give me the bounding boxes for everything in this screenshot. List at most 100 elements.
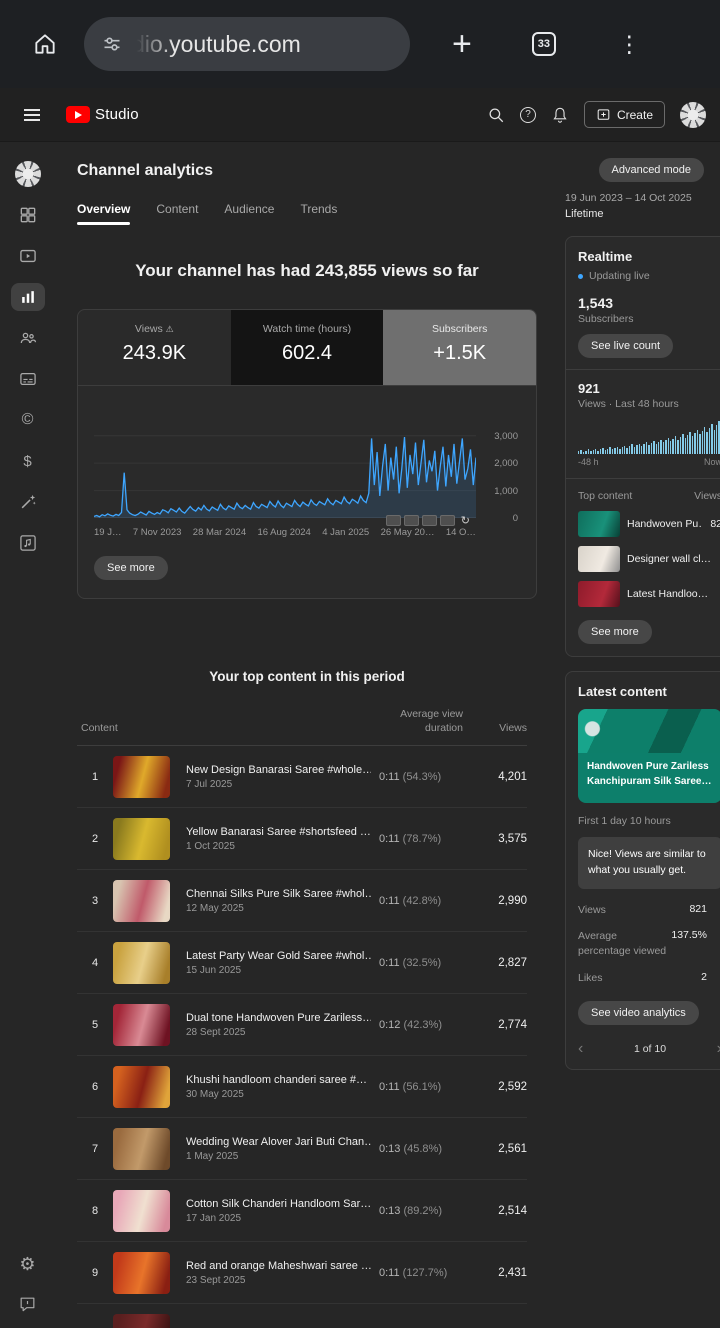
video-age: First 1 day 10 hours [578, 815, 720, 827]
table-row[interactable]: 5Dual tone Handwoven Pure Zariless…28 Se… [77, 994, 527, 1056]
studio-sidebar: © $ ⚙ [0, 142, 55, 1328]
metric-views[interactable]: Views ⚠243.9K [78, 310, 231, 385]
table-row[interactable]: 9Red and orange Maheshwari saree …23 Sep… [77, 1242, 527, 1304]
studio-header: Studio ? Create [0, 88, 720, 142]
page-title: Channel analytics [77, 162, 537, 180]
chart-zoom-controls[interactable]: ↻ [386, 514, 470, 527]
studio-wordmark: Studio [95, 106, 139, 123]
views-chart [94, 400, 476, 518]
metric-cards: Views ⚠243.9KWatch time (hours)602.4Subs… [78, 310, 536, 386]
tab-trends[interactable]: Trends [300, 202, 337, 227]
table-row[interactable]: 6Khushi handloom chanderi saree #…30 May… [77, 1056, 527, 1118]
table-row[interactable]: 8Cotton Silk Chanderi Handloom Sar…17 Ja… [77, 1180, 527, 1242]
video-thumbnail [113, 818, 170, 860]
sidebar-item-analytics[interactable] [11, 283, 45, 311]
sidebar-item-earn[interactable]: $ [11, 447, 45, 475]
latest-stats: Views821 Average percentage viewed137.5% L… [578, 903, 720, 986]
latest-video-thumbnail[interactable]: Handwoven Pure Zariless Kanchipuram Silk… [578, 709, 720, 803]
realtime-card: Realtime Updating live 1,543 Subscribers… [565, 236, 720, 657]
tab-overview[interactable]: Overview [77, 202, 130, 227]
video-thumbnail [113, 1314, 170, 1328]
chart-see-more-button[interactable]: See more [94, 556, 168, 580]
table-row[interactable]: 3Chennai Silks Pure Silk Saree #whol…12 … [77, 870, 527, 932]
table-row[interactable]: 10 [77, 1304, 527, 1328]
see-video-analytics-button[interactable]: See video analytics [578, 1001, 699, 1025]
sidebar-item-customization[interactable] [11, 488, 45, 516]
realtime-see-more-button[interactable]: See more [578, 620, 652, 644]
stat-row: Average percentage viewed137.5% [578, 929, 720, 958]
video-thumbnail [113, 1066, 170, 1108]
video-thumbnail [113, 1190, 170, 1232]
realtime-items: Handwoven Pu…82 Designer wall cl… Latest H… [578, 510, 720, 607]
sidebar-item-subtitles[interactable] [11, 365, 45, 393]
video-thumbnail [113, 756, 170, 798]
search-icon[interactable] [487, 106, 505, 124]
latest-video-thumbnail-image [578, 709, 720, 753]
top-content-title: Your top content in this period [77, 669, 537, 684]
site-settings-icon[interactable] [102, 34, 122, 54]
hamburger-menu-icon[interactable] [24, 114, 40, 116]
sidebar-channel-avatar[interactable] [11, 160, 45, 188]
home-icon[interactable] [32, 31, 58, 57]
table-row[interactable]: 7Wedding Wear Alover Jari Buti Chan…1 Ma… [77, 1118, 527, 1180]
chart-reset-icon: ↻ [461, 514, 470, 527]
realtime-live-status: Updating live [578, 270, 720, 282]
main-content: Advanced mode Channel analytics Overview… [55, 142, 720, 1328]
sidebar-item-content[interactable] [11, 242, 45, 270]
settings-gear-icon[interactable]: ⚙ [11, 1250, 45, 1278]
send-feedback-icon[interactable] [11, 1290, 45, 1318]
channel-avatar[interactable] [680, 102, 706, 128]
browser-chrome: dio.youtube.com + 33 ⋮ [0, 0, 720, 88]
latest-pagination: ‹ 1 of 10 › [578, 1041, 720, 1057]
sidebar-item-copyright[interactable]: © [11, 406, 45, 434]
create-button[interactable]: Create [584, 101, 665, 128]
see-live-count-button[interactable]: See live count [578, 334, 673, 358]
stat-row: Likes2 [578, 971, 720, 986]
views-headline: Your channel has had 243,855 views so fa… [77, 261, 537, 281]
latest-video-caption: Handwoven Pure Zariless Kanchipuram Silk… [578, 753, 720, 803]
sidebar-item-dashboard[interactable] [11, 201, 45, 229]
new-tab-button[interactable]: + [452, 27, 472, 61]
table-row[interactable]: 4Latest Party Wear Gold Saree #whol…15 J… [77, 932, 527, 994]
video-thumbnail [113, 942, 170, 984]
video-thumbnail [113, 1128, 170, 1170]
top-content-rows: 1New Design Banarasi Saree #whole…7 Jul … [77, 746, 527, 1328]
date-range-text: 19 Jun 2023 – 14 Oct 2025 [565, 192, 720, 204]
table-row[interactable]: 1New Design Banarasi Saree #whole…7 Jul … [77, 746, 527, 808]
realtime-content-item[interactable]: Designer wall cl… [578, 545, 720, 572]
tab-audience[interactable]: Audience [224, 202, 274, 227]
latest-content-title: Latest content [578, 684, 720, 699]
sidebar-item-community[interactable] [11, 324, 45, 352]
metric-watch-time-hours-[interactable]: Watch time (hours)602.4 [231, 310, 384, 385]
help-icon[interactable]: ? [520, 107, 536, 123]
date-preset: Lifetime [565, 208, 720, 220]
stat-row: Views821 [578, 903, 720, 918]
metric-subscribers[interactable]: Subscribers+1.5K [383, 310, 536, 385]
analytics-chart-card: Views ⚠243.9KWatch time (hours)602.4Subs… [77, 309, 537, 599]
notifications-bell-icon[interactable] [551, 106, 569, 124]
realtime-content-item[interactable]: Handwoven Pu…82 [578, 510, 720, 537]
pagination-label: 1 of 10 [583, 1043, 716, 1055]
chart-y-ticks: 3,0002,0001,0000 [478, 400, 520, 518]
table-header: Content Average view duration Views [77, 708, 527, 746]
url-fade [130, 17, 174, 71]
realtime-title: Realtime [578, 249, 720, 264]
chart-x-ticks: 19 J…7 Nov 202328 Mar 202416 Aug 20244 J… [94, 527, 476, 538]
tab-content[interactable]: Content [156, 202, 198, 227]
realtime-bars [578, 420, 720, 454]
sidebar-item-audio-library[interactable] [11, 529, 45, 557]
tab-counter[interactable]: 33 [532, 32, 556, 56]
screen: dio.youtube.com + 33 ⋮ Studio ? Create [0, 0, 720, 1328]
realtime-views-48h: 921 [578, 381, 720, 396]
realtime-content-item[interactable]: Latest Handloo… [578, 580, 720, 607]
browser-menu-icon[interactable]: ⋮ [618, 33, 641, 56]
video-thumbnail [113, 1252, 170, 1294]
url-bar[interactable]: dio.youtube.com [84, 17, 410, 71]
date-range-picker[interactable]: 19 Jun 2023 – 14 Oct 2025 Lifetime [565, 192, 720, 220]
realtime-subscribers: 1,543 [578, 295, 720, 311]
youtube-studio-logo[interactable]: Studio [66, 106, 139, 123]
advanced-mode-button[interactable]: Advanced mode [599, 158, 705, 182]
live-dot-icon [578, 274, 583, 279]
youtube-play-icon [66, 106, 90, 123]
table-row[interactable]: 2Yellow Banarasi Saree #shortsfeed …1 Oc… [77, 808, 527, 870]
